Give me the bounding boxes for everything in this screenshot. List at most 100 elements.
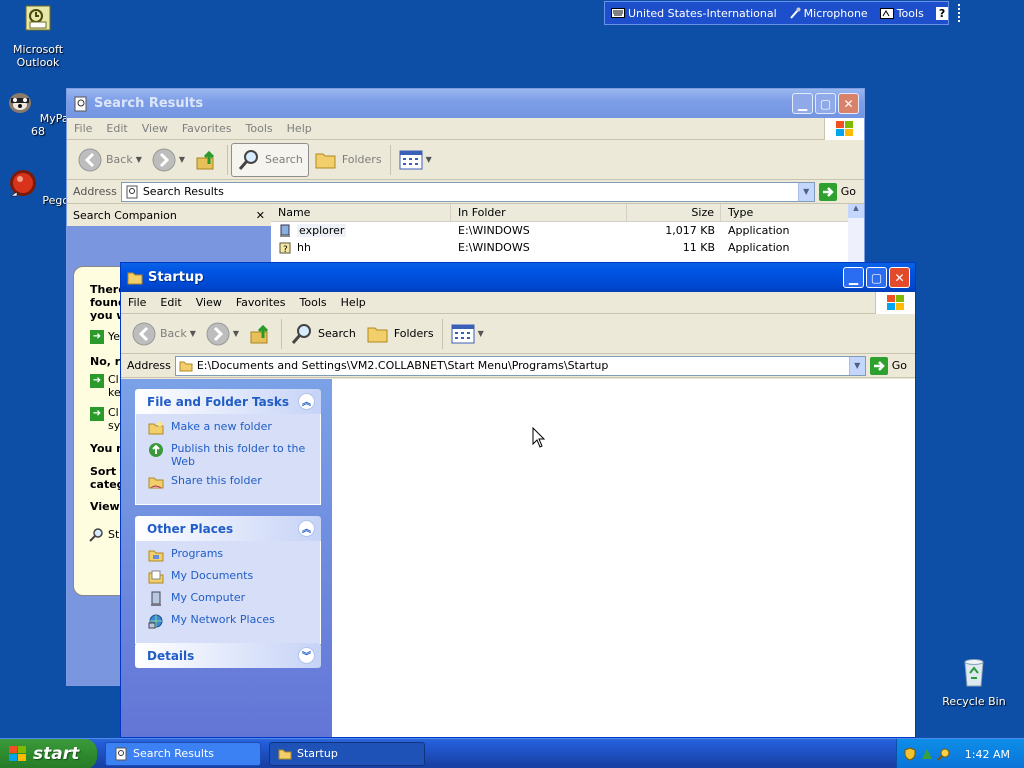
startup-window: Startup ▁ ▢ ✕ File Edit View Favorites T… [120,262,916,738]
close-button[interactable]: ✕ [838,93,859,114]
search-button[interactable]: Search [285,317,361,351]
back-button[interactable]: Back ▼ [127,317,201,351]
bubble-option: sy [108,419,121,432]
menu-file[interactable]: File [121,296,153,309]
language-indicator[interactable]: United States-International [605,7,783,20]
menu-file[interactable]: File [67,122,99,135]
menu-favorites[interactable]: Favorites [175,122,239,135]
tools-button[interactable]: Tools [874,7,930,20]
menu-edit[interactable]: Edit [153,296,188,309]
chevron-down-icon[interactable]: ▼ [848,356,865,375]
column-size[interactable]: Size [627,204,721,221]
network-icon[interactable] [920,747,934,761]
desktop-icon-recycle-bin[interactable]: Recycle Bin [936,656,1012,708]
folders-button[interactable]: Folders [309,143,387,177]
maximize-button[interactable]: ▢ [815,93,836,114]
chevron-down-icon[interactable]: ▼ [190,329,196,338]
chevron-down-icon[interactable]: ▼ [179,155,185,164]
chevron-down-icon[interactable]: ▼ [797,182,814,201]
maximize-button[interactable]: ▢ [866,267,887,288]
bubble-option[interactable]: St [108,528,119,541]
make-new-folder-link[interactable]: Make a new folder [148,420,310,436]
desktop-icon-outlook[interactable]: Microsoft Outlook [0,4,76,69]
start-button[interactable]: start [0,738,97,768]
expand-icon[interactable]: ︾ [298,647,315,664]
desktop-icon-mypal[interactable]: MyPal 68 [0,86,76,138]
back-button[interactable]: Back ▼ [73,143,147,177]
title-bar[interactable]: Search Results ▁ ▢ ✕ [67,89,864,118]
panel-body: Programs My Documents My Computer My Net… [135,541,321,644]
folders-button[interactable]: Folders [361,317,439,351]
share-folder-link[interactable]: Share this folder [148,474,310,490]
taskbar-item-search-results[interactable]: Search Results [105,741,261,766]
other-places-panel: Other Places ︽ Programs My Documents My … [135,516,321,644]
my-network-places-link[interactable]: My Network Places [148,613,310,629]
forward-arrow-icon [206,322,230,345]
langbar-options-grip[interactable] [958,4,961,22]
panel-header[interactable]: File and Folder Tasks ︽ [135,389,321,414]
up-folder-button[interactable] [244,317,278,351]
column-name[interactable]: Name [271,204,451,221]
scroll-up-icon[interactable]: ▲ [848,204,864,218]
chevron-down-icon[interactable]: ▼ [426,155,432,164]
close-button[interactable]: ✕ [889,267,910,288]
search-button[interactable]: Search [231,142,309,177]
programs-link[interactable]: Programs [148,547,310,563]
chevron-down-icon[interactable]: ▼ [136,155,142,164]
my-documents-icon [148,570,164,584]
publish-folder-link[interactable]: Publish this folder to the Web [148,442,310,468]
bubble-option[interactable]: Cl [108,373,119,386]
go-button[interactable]: Go [815,182,864,201]
bubble-option[interactable]: Cl [108,406,119,419]
views-button[interactable]: ▼ [394,143,437,177]
address-field[interactable]: Search Results ▼ [120,181,815,202]
my-documents-link[interactable]: My Documents [148,569,310,585]
up-folder-icon [250,324,269,343]
help-button[interactable]: ? [930,6,954,20]
menu-tools[interactable]: Tools [293,296,334,309]
back-label: Back [160,327,187,340]
toolbar: Back ▼ ▼ Search Folders ▼ [67,140,864,180]
bubble-option[interactable]: Ye [108,330,120,343]
application-icon [280,224,290,237]
address-field[interactable]: E:\Documents and Settings\VM2.COLLABNET\… [174,355,866,376]
collapse-icon[interactable]: ︽ [298,393,315,410]
minimize-button[interactable]: ▁ [792,93,813,114]
go-button[interactable]: Go [866,356,915,375]
forward-button[interactable]: ▼ [147,143,190,177]
forward-button[interactable]: ▼ [201,317,244,351]
folder-content-area[interactable] [332,379,915,737]
menu-favorites[interactable]: Favorites [229,296,293,309]
close-pane-icon[interactable]: ✕ [256,209,265,222]
outlook-icon [25,5,51,31]
search-tray-icon[interactable] [937,747,951,761]
chevron-down-icon[interactable]: ▼ [478,329,484,338]
minimize-button[interactable]: ▁ [843,267,864,288]
taskbar-item-startup[interactable]: Startup [269,741,425,766]
security-shield-icon[interactable] [903,747,917,761]
panel-header[interactable]: Details ︾ [135,643,321,668]
menu-view[interactable]: View [189,296,229,309]
title-bar[interactable]: Startup ▁ ▢ ✕ [121,263,915,292]
menu-edit[interactable]: Edit [99,122,134,135]
menu-tools[interactable]: Tools [239,122,280,135]
file-folder: E:\WINDOWS [458,224,530,237]
menu-help[interactable]: Help [334,296,373,309]
up-folder-button[interactable] [190,143,224,177]
language-label: United States-International [628,6,777,20]
column-type[interactable]: Type [721,204,848,221]
microphone-button[interactable]: Microphone [783,7,874,20]
table-row[interactable]: ? hh E:\WINDOWS 11 KB Application [271,239,848,256]
chevron-down-icon[interactable]: ▼ [233,329,239,338]
collapse-icon[interactable]: ︽ [298,520,315,537]
my-computer-link[interactable]: My Computer [148,591,310,607]
views-button[interactable]: ▼ [446,317,489,351]
mypal-icon [9,93,32,113]
desktop-icon-pego[interactable]: Pego [0,168,76,207]
column-in-folder[interactable]: In Folder [451,204,627,221]
panel-header[interactable]: Other Places ︽ [135,516,321,541]
menu-help[interactable]: Help [280,122,319,135]
menu-view[interactable]: View [135,122,175,135]
clock[interactable]: 1:42 AM [965,748,1010,761]
table-row[interactable]: explorer E:\WINDOWS 1,017 KB Application [271,222,848,239]
